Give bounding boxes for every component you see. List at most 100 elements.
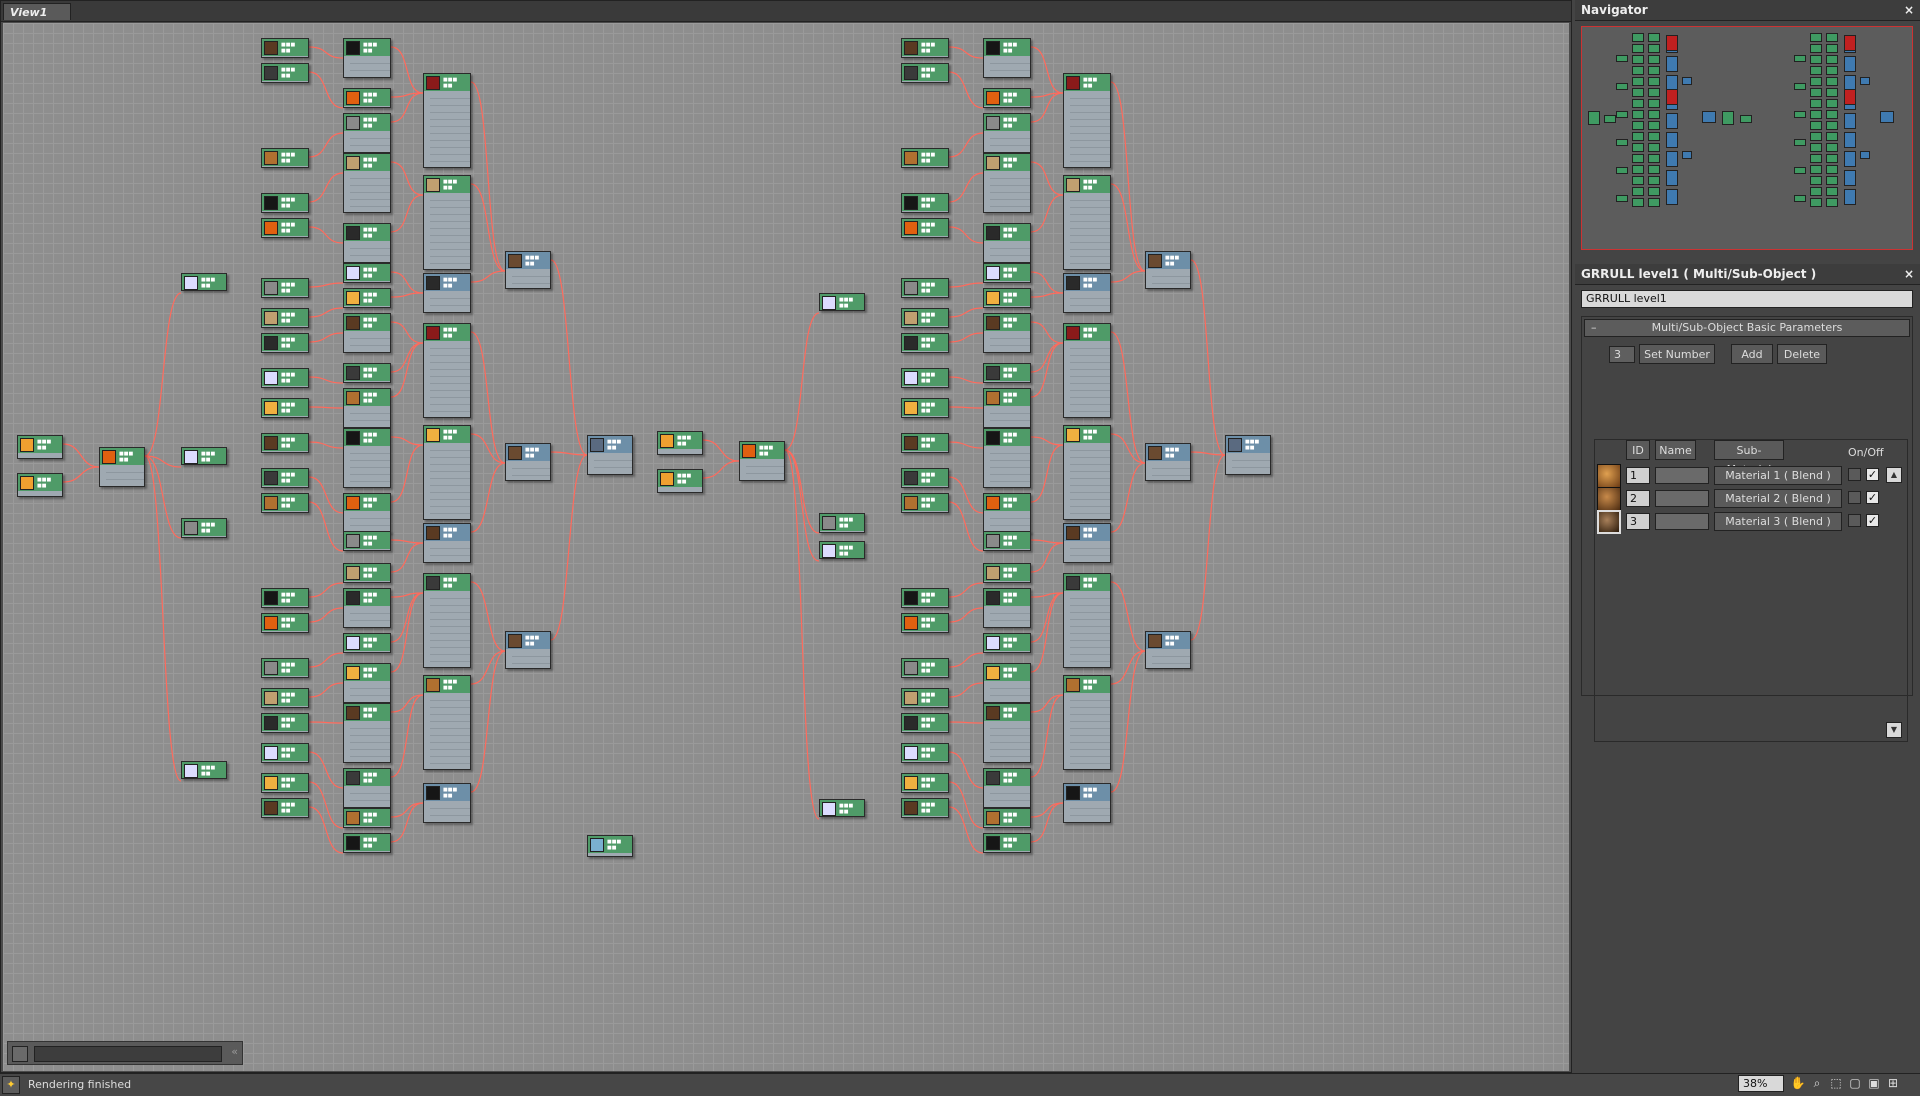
map-node[interactable]: ■■■ ■■ bbox=[343, 288, 391, 308]
map-node[interactable]: ■■■ ■■ bbox=[1063, 573, 1111, 668]
map-node[interactable]: ■■■ ■■ bbox=[587, 835, 633, 857]
map-node[interactable]: ■■■ ■■ bbox=[343, 263, 391, 283]
material-node[interactable]: ■■■ ■■ bbox=[505, 251, 551, 289]
map-node[interactable]: ■■■ ■■ bbox=[343, 313, 391, 353]
map-node[interactable]: ■■■ ■■ bbox=[901, 798, 949, 818]
map-node[interactable]: ■■■ ■■ bbox=[261, 38, 309, 58]
map-node[interactable]: ■■■ ■■ bbox=[423, 675, 471, 770]
map-node[interactable]: ■■■ ■■ bbox=[423, 573, 471, 668]
material-node[interactable]: ■■■ ■■ bbox=[1145, 631, 1191, 669]
on-off-checkbox[interactable]: ✓ bbox=[1866, 514, 1879, 527]
map-node[interactable]: ■■■ ■■ bbox=[423, 73, 471, 168]
map-node[interactable]: ■■■ ■■ bbox=[261, 433, 309, 453]
map-node[interactable]: ■■■ ■■ bbox=[983, 388, 1031, 428]
map-node[interactable]: ■■■ ■■ bbox=[657, 469, 703, 493]
map-node[interactable]: ■■■ ■■ bbox=[901, 193, 949, 213]
name-column-header[interactable]: Name bbox=[1655, 440, 1696, 460]
map-node[interactable]: ■■■ ■■ bbox=[343, 113, 391, 153]
map-node[interactable]: ■■■ ■■ bbox=[343, 428, 391, 488]
map-node[interactable]: ■■■ ■■ bbox=[901, 493, 949, 513]
map-node[interactable]: ■■■ ■■ bbox=[901, 613, 949, 633]
map-node[interactable]: ■■■ ■■ bbox=[343, 531, 391, 551]
material-count-field[interactable]: 3 bbox=[1609, 346, 1635, 363]
material-node[interactable]: ■■■ ■■ bbox=[1063, 783, 1111, 823]
map-node[interactable]: ■■■ ■■ bbox=[983, 38, 1031, 78]
map-node[interactable]: ■■■ ■■ bbox=[901, 743, 949, 763]
id-field[interactable]: 1 bbox=[1626, 467, 1650, 484]
id-field[interactable]: 2 bbox=[1626, 490, 1650, 507]
map-node[interactable]: ■■■ ■■ bbox=[983, 223, 1031, 263]
delete-button[interactable]: Delete bbox=[1777, 344, 1827, 364]
color-swatch[interactable] bbox=[1848, 514, 1861, 527]
map-node[interactable]: ■■■ ■■ bbox=[261, 493, 309, 513]
map-node[interactable]: ■■■ ■■ bbox=[261, 308, 309, 328]
color-swatch[interactable] bbox=[1848, 491, 1861, 504]
material-node[interactable]: ■■■ ■■ bbox=[423, 273, 471, 313]
rollout-header[interactable]: – Multi/Sub-Object Basic Parameters bbox=[1584, 319, 1910, 337]
map-node[interactable]: ■■■ ■■ bbox=[343, 388, 391, 428]
map-node[interactable]: ■■■ ■■ bbox=[261, 148, 309, 168]
zoom-selected-icon[interactable]: ▣ bbox=[1866, 1075, 1882, 1091]
map-node[interactable]: ■■■ ■■ bbox=[819, 293, 865, 311]
map-node[interactable]: ■■■ ■■ bbox=[343, 38, 391, 78]
map-node[interactable]: ■■■ ■■ bbox=[901, 433, 949, 453]
map-node[interactable]: ■■■ ■■ bbox=[261, 773, 309, 793]
sub-material-button[interactable]: Material 1 ( Blend ) bbox=[1714, 466, 1842, 485]
collapse-icon[interactable]: « bbox=[231, 1045, 238, 1058]
map-node[interactable]: ■■■ ■■ bbox=[901, 148, 949, 168]
map-node[interactable]: ■■■ ■■ bbox=[901, 713, 949, 733]
map-node[interactable]: ■■■ ■■ bbox=[983, 428, 1031, 488]
zoom-icon[interactable]: ⌕ bbox=[1809, 1075, 1825, 1091]
map-node[interactable]: ■■■ ■■ bbox=[983, 808, 1031, 828]
map-node[interactable]: ■■■ ■■ bbox=[901, 308, 949, 328]
map-node[interactable]: ■■■ ■■ bbox=[343, 663, 391, 703]
map-node[interactable]: ■■■ ■■ bbox=[423, 323, 471, 418]
scroll-up-icon[interactable]: ▲ bbox=[1886, 467, 1902, 483]
render-status-icon[interactable]: ✦ bbox=[2, 1076, 20, 1094]
color-swatch[interactable] bbox=[1848, 468, 1861, 481]
search-icon[interactable] bbox=[12, 1046, 28, 1062]
map-node[interactable]: ■■■ ■■ bbox=[261, 688, 309, 708]
map-node[interactable]: ■■■ ■■ bbox=[983, 288, 1031, 308]
map-node[interactable]: ■■■ ■■ bbox=[1063, 323, 1111, 418]
material-name-field[interactable]: GRRULL level1 bbox=[1581, 290, 1913, 308]
zoom-extents-icon[interactable]: ▢ bbox=[1847, 1075, 1863, 1091]
navigator-overview[interactable] bbox=[1581, 26, 1913, 250]
map-node[interactable]: ■■■ ■■ bbox=[901, 368, 949, 388]
map-node[interactable]: ■■■ ■■ bbox=[261, 63, 309, 83]
map-node[interactable]: ■■■ ■■ bbox=[1063, 425, 1111, 520]
pan-hand-icon[interactable]: ✋ bbox=[1790, 1075, 1806, 1091]
material-node[interactable]: ■■■ ■■ bbox=[423, 523, 471, 563]
map-node[interactable]: ■■■ ■■ bbox=[983, 363, 1031, 383]
sub-material-button[interactable]: Material 2 ( Blend ) bbox=[1714, 489, 1842, 508]
map-node[interactable]: ■■■ ■■ bbox=[1063, 73, 1111, 168]
close-icon[interactable]: × bbox=[1904, 0, 1914, 20]
add-button[interactable]: Add bbox=[1731, 344, 1773, 364]
map-node[interactable]: ■■■ ■■ bbox=[983, 531, 1031, 551]
map-node[interactable]: ■■■ ■■ bbox=[983, 153, 1031, 213]
map-node[interactable]: ■■■ ■■ bbox=[181, 273, 227, 291]
map-node[interactable]: ■■■ ■■ bbox=[181, 761, 227, 779]
map-node[interactable]: ■■■ ■■ bbox=[181, 447, 227, 465]
map-node[interactable]: ■■■ ■■ bbox=[983, 768, 1031, 808]
view-tab[interactable]: View1 bbox=[3, 3, 71, 20]
map-node[interactable]: ■■■ ■■ bbox=[983, 563, 1031, 583]
map-node[interactable]: ■■■ ■■ bbox=[983, 493, 1031, 533]
map-node[interactable]: ■■■ ■■ bbox=[17, 473, 63, 497]
map-node[interactable]: ■■■ ■■ bbox=[901, 688, 949, 708]
map-node[interactable]: ■■■ ■■ bbox=[343, 833, 391, 853]
map-node[interactable]: ■■■ ■■ bbox=[901, 333, 949, 353]
map-node[interactable]: ■■■ ■■ bbox=[901, 658, 949, 678]
material-node[interactable]: ■■■ ■■ bbox=[1145, 443, 1191, 481]
map-node[interactable]: ■■■ ■■ bbox=[1063, 175, 1111, 270]
map-node[interactable]: ■■■ ■■ bbox=[261, 278, 309, 298]
map-node[interactable]: ■■■ ■■ bbox=[901, 773, 949, 793]
map-node[interactable]: ■■■ ■■ bbox=[423, 175, 471, 270]
map-node[interactable]: ■■■ ■■ bbox=[819, 541, 865, 559]
sub-material-column-header[interactable]: Sub-Material bbox=[1714, 440, 1784, 476]
map-node[interactable]: ■■■ ■■ bbox=[343, 588, 391, 628]
material-node[interactable]: ■■■ ■■ bbox=[1063, 523, 1111, 563]
map-node[interactable]: ■■■ ■■ bbox=[343, 363, 391, 383]
material-node[interactable]: ■■■ ■■ bbox=[587, 435, 633, 475]
map-node[interactable]: ■■■ ■■ bbox=[901, 398, 949, 418]
